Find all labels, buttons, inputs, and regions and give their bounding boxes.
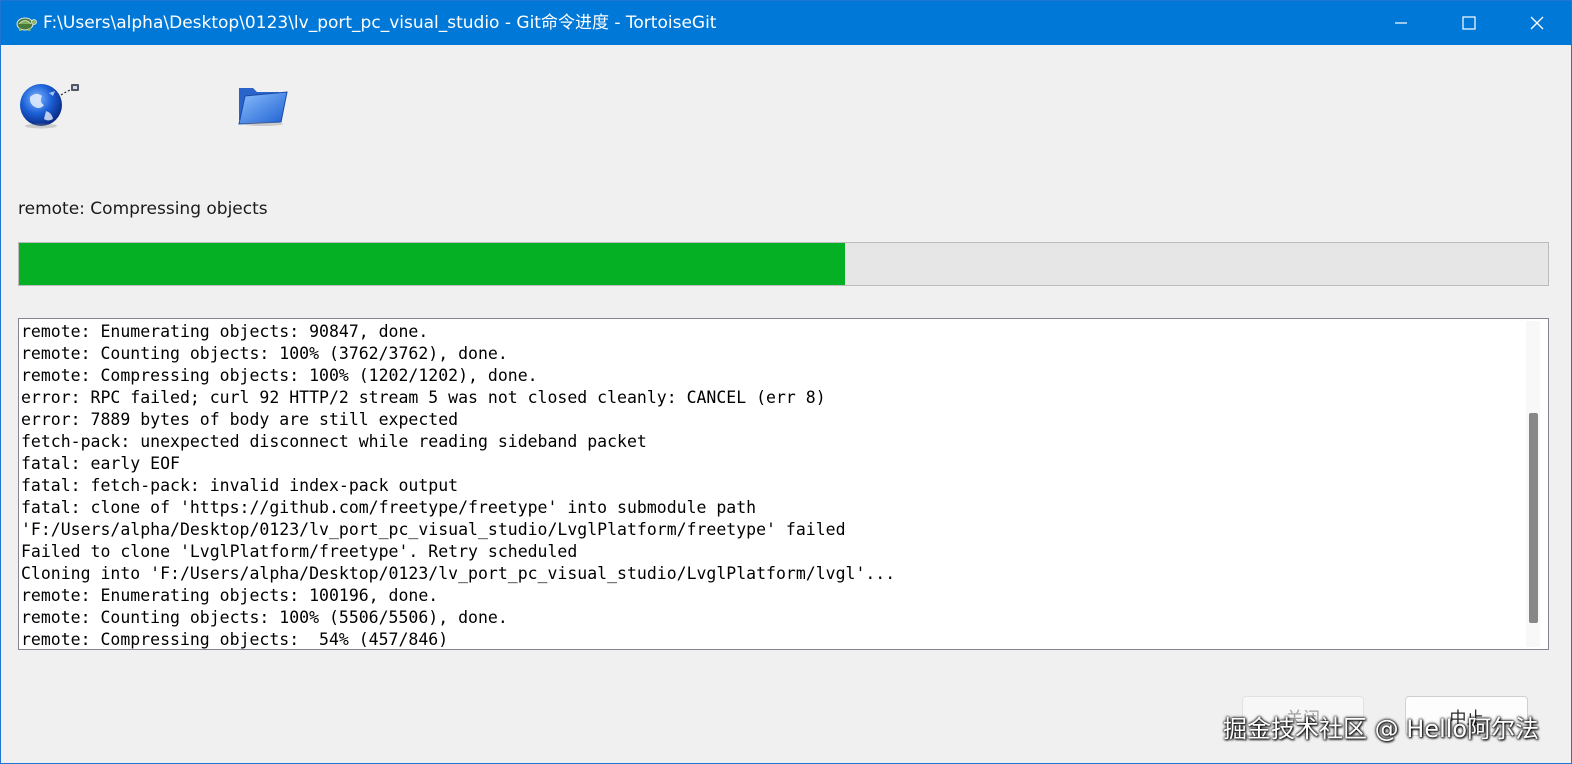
log-line: remote: Counting objects: 100% (3762/376…	[21, 344, 508, 363]
folder-icon	[238, 88, 288, 126]
output-log[interactable]: remote: Enumerating objects: 90847, done…	[18, 318, 1549, 650]
window-controls	[1367, 1, 1571, 45]
close-window-button[interactable]	[1503, 1, 1571, 45]
progress-status-text: remote: Compressing objects	[18, 199, 268, 219]
log-line: fatal: fetch-pack: invalid index-pack ou…	[21, 476, 459, 495]
globe-network-icon	[20, 84, 79, 129]
progress-bar	[18, 242, 1549, 286]
watermark: 掘金技术社区 @ Hello阿尔法	[1223, 715, 1540, 743]
log-line: remote: Enumerating objects: 90847, done…	[21, 322, 429, 341]
log-line: remote: Counting objects: 100% (5506/550…	[21, 608, 508, 627]
log-line: remote: Enumerating objects: 100196, don…	[21, 586, 439, 605]
log-line: error: RPC failed; curl 92 HTTP/2 stream…	[21, 388, 826, 407]
minimize-icon	[1395, 22, 1407, 24]
log-lines: remote: Enumerating objects: 90847, done…	[21, 321, 1518, 649]
log-line: Cloning into 'F:/Users/alpha/Desktop/012…	[21, 564, 896, 583]
maximize-button[interactable]	[1435, 1, 1503, 45]
log-line: remote: Compressing objects: 100% (1202/…	[21, 366, 538, 385]
log-line: fetch-pack: unexpected disconnect while …	[21, 432, 647, 451]
title-bar[interactable]: F:\Users\alpha\Desktop\0123\lv_port_pc_v…	[1, 1, 1571, 45]
maximize-icon	[1462, 16, 1476, 30]
log-line: 'F:/Users/alpha/Desktop/0123/lv_port_pc_…	[21, 520, 846, 539]
tortoisegit-progress-window: F:\Users\alpha\Desktop\0123\lv_port_pc_v…	[0, 0, 1572, 764]
tortoise-icon	[16, 17, 37, 31]
window-title: F:\Users\alpha\Desktop\0123\lv_port_pc_v…	[43, 13, 717, 33]
progress-fill	[19, 243, 845, 285]
log-line: error: 7889 bytes of body are still expe…	[21, 410, 459, 429]
close-icon	[1530, 16, 1544, 30]
log-line: remote: Compressing objects: 54% (457/84…	[21, 630, 449, 649]
log-line: fatal: early EOF	[21, 454, 180, 473]
log-scroll-thumb[interactable]	[1529, 413, 1538, 623]
log-scrollbar[interactable]	[1526, 321, 1540, 647]
log-line: fatal: clone of 'https://github.com/free…	[21, 498, 757, 517]
minimize-button[interactable]	[1367, 1, 1435, 45]
log-line: Failed to clone 'LvglPlatform/freetype'.…	[21, 542, 578, 561]
